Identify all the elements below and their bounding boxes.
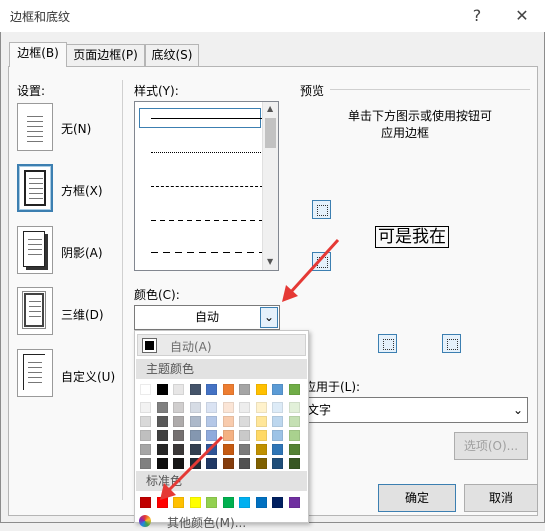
arrow-to-red-swatch [160,435,224,500]
annotation-arrows [160,238,340,500]
arrow-to-color-dropdown [282,238,340,302]
tab-borders[interactable]: 边框(B) [9,42,67,67]
